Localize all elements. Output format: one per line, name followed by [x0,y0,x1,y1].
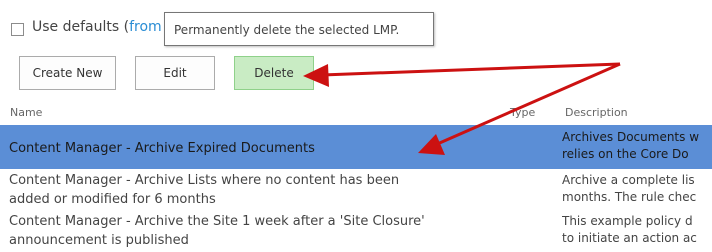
row-description-line: Archives Documents w [562,130,700,144]
row-name-line: announcement is published [9,233,189,248]
row-name-cell: Content Manager - Archive Lists where no… [9,171,504,209]
row-description-line: Archive a complete lis [562,173,695,187]
table-row[interactable]: Content Manager - Archive the Site 1 wee… [0,212,712,252]
column-header-type[interactable]: Type [510,106,535,119]
row-description-line: This example policy d [562,214,693,228]
row-name-line: added or modified for 6 months [9,192,216,207]
column-header-name[interactable]: Name [10,106,42,119]
use-defaults-label: Use defaults (from [32,19,162,35]
delete-button[interactable]: Delete [234,56,314,90]
row-name-line: Content Manager - Archive the Site 1 wee… [9,214,425,229]
table-row-selected[interactable]: Content Manager - Archive Expired Docume… [0,125,712,169]
arrow-to-delete-button [303,62,621,87]
use-defaults-text: Use defaults ( [32,19,130,35]
delete-tooltip: Permanently delete the selected LMP. [164,12,434,46]
column-header-description[interactable]: Description [565,106,628,119]
row-description-line: months. The rule chec [562,190,697,204]
table-row[interactable]: Content Manager - Archive Lists where no… [0,171,712,208]
row-name-line: Content Manager - Archive Lists where no… [9,173,400,188]
edit-button[interactable]: Edit [135,56,215,90]
row-description-line: to initiate an action ac [562,231,697,245]
row-name-cell: Content Manager - Archive Expired Docume… [9,139,504,158]
use-defaults-link[interactable]: from [129,19,162,35]
row-description-cell: Archives Documents w relies on the Core … [562,129,712,163]
create-new-button[interactable]: Create New [19,56,116,90]
row-description-line: relies on the Core Do [562,147,689,161]
row-name-cell: Content Manager - Archive the Site 1 wee… [9,212,504,250]
row-description-cell: Archive a complete lis months. The rule … [562,172,712,206]
use-defaults-checkbox[interactable] [11,23,24,36]
row-description-cell: This example policy d to initiate an act… [562,213,712,247]
row-name-line: Content Manager - Archive Expired Docume… [9,141,315,156]
